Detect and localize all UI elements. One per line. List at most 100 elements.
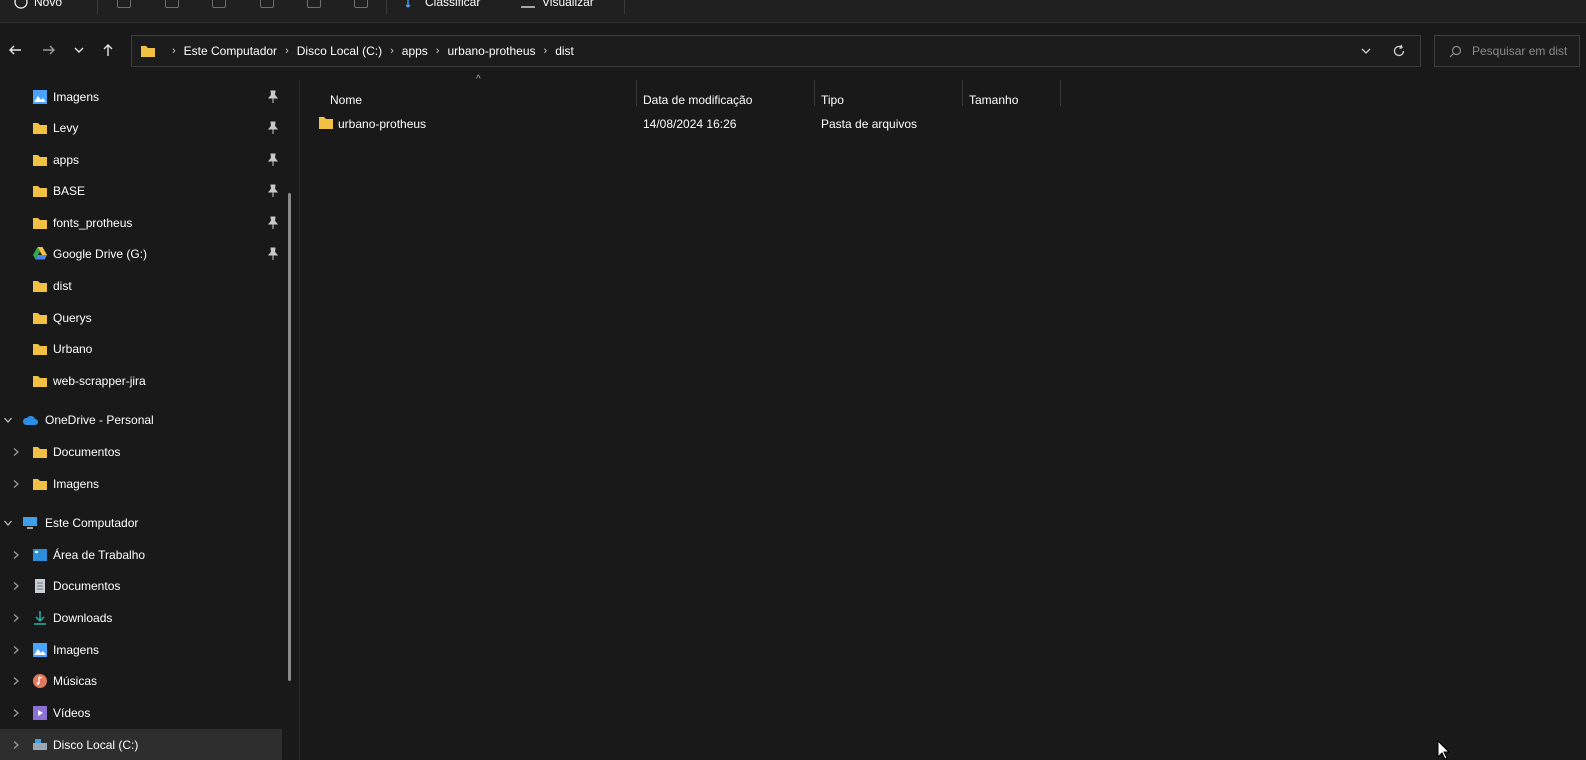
file-name: urbano-protheus (338, 117, 427, 131)
column-header-label: Nome (330, 93, 363, 107)
breadcrumb-urbano-protheus[interactable]: urbano-protheus (447, 44, 535, 58)
sort-label: Classificar (425, 0, 481, 9)
sidebar-item-onedrive[interactable]: OneDrive - Personal (0, 404, 282, 436)
sidebar-item-label: dist (53, 279, 72, 293)
sidebar-item-label: Músicas (53, 674, 98, 688)
delete-icon[interactable] (354, 0, 368, 8)
cut-icon[interactable] (117, 0, 131, 8)
search-box[interactable]: Pesquisar em dist (1434, 35, 1580, 67)
sidebar-item-web-scrapper-jira[interactable]: web-scrapper-jira (0, 365, 282, 397)
chevron-right-icon[interactable]: › (544, 45, 548, 57)
chevron-down-icon[interactable] (2, 517, 14, 529)
sidebar-item-urbano[interactable]: Urbano (0, 333, 282, 365)
new-label: Novo (34, 0, 63, 9)
videos-icon (33, 706, 47, 720)
pin-icon[interactable] (267, 121, 279, 135)
share-icon[interactable] (307, 0, 321, 8)
refresh-icon[interactable] (1392, 44, 1406, 58)
chevron-right-icon[interactable] (10, 707, 22, 719)
sidebar-item-imagens[interactable]: Imagens (0, 81, 282, 113)
onedrive-icon (22, 415, 38, 425)
sidebar-item-label: Levy (53, 121, 79, 135)
breadcrumb: › Este Computador › Disco Local (C:) › a… (140, 44, 1360, 58)
sidebar-item-this-pc[interactable]: Este Computador (0, 507, 282, 539)
chevron-right-icon[interactable] (10, 478, 22, 490)
sidebar-item-music[interactable]: Músicas (0, 665, 282, 697)
chevron-right-icon[interactable]: › (390, 45, 394, 57)
search-placeholder: Pesquisar em dist (1472, 44, 1568, 58)
breadcrumb-dist[interactable]: dist (555, 44, 574, 58)
sidebar-item-videos[interactable]: Vídeos (0, 697, 282, 729)
rename-icon[interactable] (260, 0, 274, 8)
pin-icon[interactable] (267, 90, 279, 104)
chevron-down-icon[interactable] (2, 414, 14, 426)
chevron-right-icon[interactable] (10, 644, 22, 656)
sidebar-item-desktop[interactable]: Área de Trabalho (0, 539, 282, 571)
column-divider[interactable] (1060, 80, 1061, 106)
file-modified: 14/08/2024 16:26 (643, 117, 737, 131)
sidebar-scrollbar[interactable] (288, 193, 291, 681)
folder-icon (141, 46, 155, 57)
toolbar-divider (624, 0, 625, 14)
new-button[interactable]: Novo (14, 0, 62, 13)
pin-icon[interactable] (267, 216, 279, 230)
sidebar-item-querys[interactable]: Querys (0, 302, 282, 334)
chevron-right-icon[interactable] (10, 446, 22, 458)
column-header-modified[interactable]: Data de modificação (643, 88, 752, 112)
sidebar-item-label: Disco Local (C:) (53, 738, 139, 752)
column-header-type[interactable]: Tipo (821, 88, 844, 112)
pin-icon[interactable] (267, 247, 279, 261)
column-header-name[interactable]: Nome (330, 88, 362, 112)
chevron-right-icon[interactable] (10, 580, 22, 592)
sidebar-item-pictures[interactable]: Imagens (0, 634, 282, 666)
column-divider[interactable] (962, 80, 963, 106)
sidebar-item-documents[interactable]: Documentos (0, 570, 282, 602)
column-divider[interactable] (814, 80, 815, 106)
sidebar-item-label: Imagens (53, 643, 100, 657)
sidebar-item-levy[interactable]: Levy (0, 112, 282, 144)
recent-locations-button[interactable] (68, 39, 90, 61)
breadcrumb-this-pc[interactable]: Este Computador (184, 44, 277, 58)
drive-icon (33, 739, 47, 750)
sidebar-item-apps[interactable]: apps (0, 144, 282, 176)
sidebar-item-local-disk[interactable]: Disco Local (C:) (0, 729, 282, 760)
chevron-right-icon[interactable] (10, 675, 22, 687)
sidebar-item-onedrive-documentos[interactable]: Documentos (0, 436, 282, 468)
table-row[interactable]: urbano-protheus 14/08/2024 16:26 Pasta d… (312, 112, 1012, 134)
breadcrumb-local-disk[interactable]: Disco Local (C:) (297, 44, 382, 58)
chevron-right-icon: › (172, 45, 176, 57)
chevron-right-icon[interactable] (10, 549, 22, 561)
view-button[interactable]: Visualizar (520, 0, 594, 13)
sidebar-item-fonts-protheus[interactable]: fonts_protheus (0, 207, 282, 239)
chevron-right-icon[interactable]: › (436, 45, 440, 57)
command-bar: Novo Classificar Visualizar (0, 0, 1586, 23)
computer-icon (23, 517, 37, 529)
chevron-down-icon[interactable] (1360, 45, 1372, 57)
sidebar-item-label: Vídeos (53, 706, 91, 720)
copy-icon[interactable] (165, 0, 179, 8)
sidebar-item-onedrive-imagens[interactable]: Imagens (0, 468, 282, 500)
chevron-right-icon[interactable]: › (285, 45, 289, 57)
folder-icon (33, 479, 47, 490)
column-header-size[interactable]: Tamanho (969, 88, 1018, 112)
arrow-right-icon (43, 45, 55, 55)
chevron-right-icon[interactable] (10, 739, 22, 751)
sidebar-item-base[interactable]: BASE (0, 175, 282, 207)
paste-icon[interactable] (212, 0, 226, 8)
pin-icon[interactable] (267, 184, 279, 198)
breadcrumb-apps[interactable]: apps (402, 44, 428, 58)
sort-button[interactable]: Classificar (405, 0, 480, 13)
sidebar-item-google-drive[interactable]: Google Drive (G:) (0, 238, 282, 270)
pin-icon[interactable] (267, 153, 279, 167)
forward-button[interactable] (38, 39, 60, 61)
sidebar-item-dist[interactable]: dist (0, 270, 282, 302)
column-divider[interactable] (636, 80, 637, 106)
up-button[interactable] (97, 39, 119, 61)
toolbar-divider (386, 0, 387, 14)
address-bar[interactable]: › Este Computador › Disco Local (C:) › a… (131, 35, 1421, 67)
arrow-left-icon (9, 45, 21, 55)
sidebar-item-downloads[interactable]: Downloads (0, 602, 282, 634)
chevron-right-icon[interactable] (10, 612, 22, 624)
back-button[interactable] (4, 39, 26, 61)
sidebar-item-label: apps (53, 153, 80, 167)
